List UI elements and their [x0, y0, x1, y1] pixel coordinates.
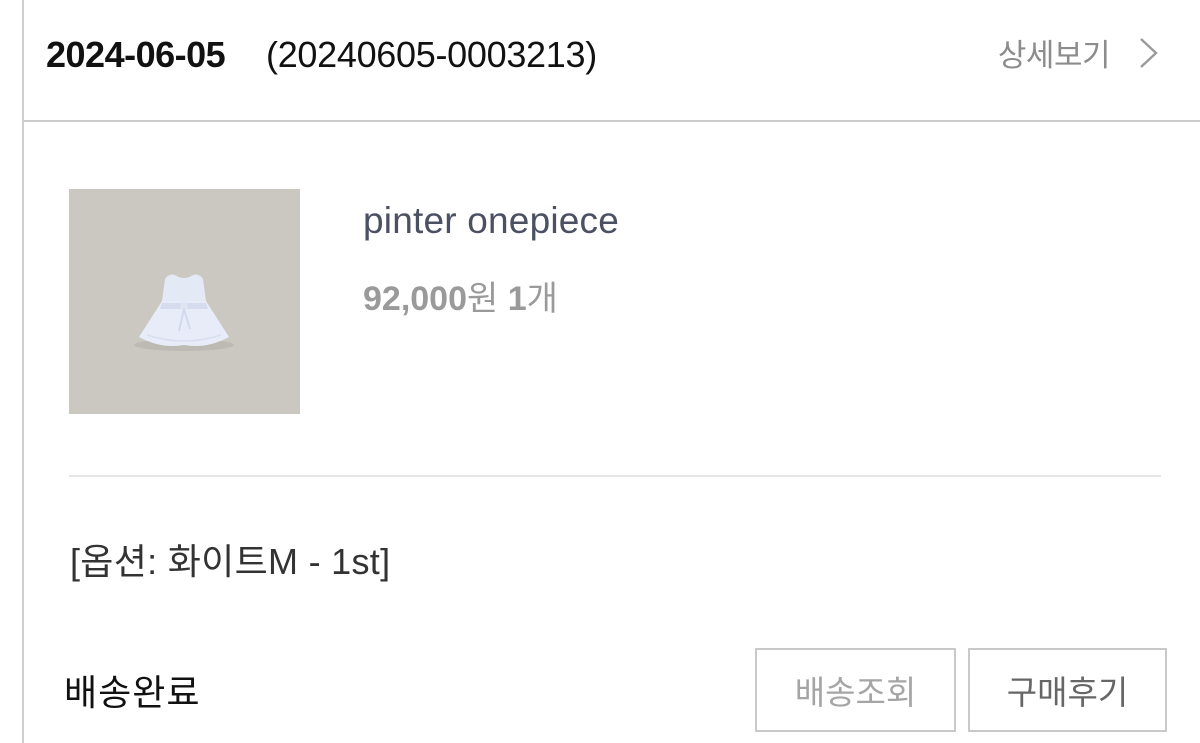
view-details-link[interactable]: 상세보기: [998, 30, 1162, 75]
write-review-button[interactable]: 구매후기: [968, 648, 1167, 732]
product-option: [옵션: 화이트M - 1st]: [70, 541, 391, 582]
product-thumbnail[interactable]: [69, 189, 300, 414]
track-delivery-button[interactable]: 배송조회: [755, 648, 956, 732]
view-details-label: 상세보기: [997, 38, 1111, 73]
product-price: 92,000: [363, 280, 467, 318]
order-date: 2024-06-05: [46, 34, 226, 75]
order-number: (20240605-0003213): [266, 34, 597, 75]
dress-image: [69, 189, 300, 414]
header-divider: [24, 120, 1200, 122]
delivery-status: 배송완료: [64, 672, 201, 713]
product-name[interactable]: pinter onepiece: [363, 200, 619, 242]
product-quantity: 1: [507, 280, 527, 318]
quantity-unit: 개: [526, 280, 558, 318]
price-quantity: 92,000원 1개: [363, 271, 558, 320]
section-divider: [69, 475, 1161, 477]
price-unit: 원: [467, 280, 499, 318]
chevron-right-icon: [1140, 37, 1158, 68]
